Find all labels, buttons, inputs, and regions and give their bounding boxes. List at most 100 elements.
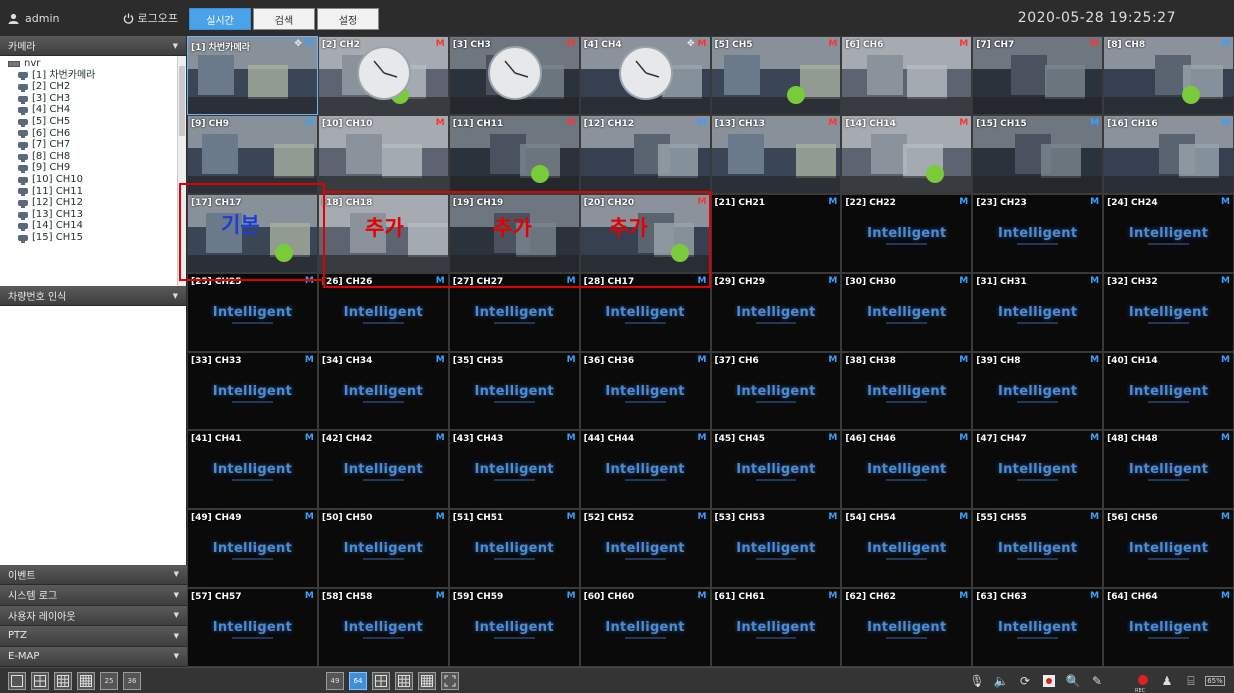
layout-36-button[interactable]: 36 xyxy=(123,672,141,690)
snapshot-icon[interactable]: ✎ xyxy=(1088,672,1106,690)
tree-channel-item[interactable]: [14] CH14 xyxy=(8,220,186,232)
camera-tile[interactable]: Intelligent [56] CH56 M xyxy=(1103,509,1234,589)
tab-live[interactable]: 실시간 xyxy=(189,8,251,30)
layout-25-button[interactable]: 25 xyxy=(100,672,118,690)
camera-tile[interactable]: Intelligent [60] CH60 M xyxy=(579,588,711,667)
record-icon[interactable] xyxy=(1040,672,1058,690)
camera-tile[interactable]: [21] CH21 M xyxy=(710,193,842,273)
camera-tile[interactable]: Intelligent [54] CH54 M xyxy=(841,509,973,589)
camera-tile[interactable]: Intelligent [37] CH6 M xyxy=(710,351,842,431)
camera-tile[interactable]: Intelligent [24] CH24 M xyxy=(1103,193,1234,273)
camera-tile[interactable]: Intelligent [62] CH62 M xyxy=(841,588,973,667)
camera-tile[interactable]: Intelligent [25] CH25 M xyxy=(187,272,318,352)
camera-tile[interactable]: Intelligent [30] CH30 M xyxy=(841,272,973,352)
camera-tile[interactable]: Intelligent [51] CH51 M xyxy=(448,509,580,589)
camera-tile[interactable]: Intelligent [42] CH42 M xyxy=(317,430,449,510)
camera-tile[interactable]: Intelligent [43] CH43 M xyxy=(448,430,580,510)
tree-channel-item[interactable]: [4] CH4 xyxy=(8,104,186,116)
camera-tile[interactable]: [1] 차번카메라 M ✥ xyxy=(187,36,318,115)
tree-channel-item[interactable]: [9] CH9 xyxy=(8,162,186,174)
camera-tile[interactable]: Intelligent [53] CH53 M xyxy=(710,509,842,589)
tree-channel-item[interactable]: [1] 차번카메라 xyxy=(8,70,186,82)
camera-tile[interactable]: Intelligent [38] CH38 M xyxy=(841,351,973,431)
camera-tile[interactable]: Intelligent [59] CH59 M xyxy=(448,588,580,667)
camera-tile[interactable]: Intelligent [29] CH29 M xyxy=(710,272,842,352)
tree-channel-item[interactable]: [13] CH13 xyxy=(8,209,186,221)
layout-49-button[interactable]: 49 xyxy=(326,672,344,690)
panel-header-1[interactable]: 이벤트 ▼ xyxy=(0,564,187,585)
camera-tile[interactable]: Intelligent [63] CH63 M xyxy=(972,588,1104,667)
layout-custom-2-button[interactable] xyxy=(395,672,413,690)
camera-tile[interactable]: Intelligent [35] CH35 M xyxy=(448,351,580,431)
tree-channel-item[interactable]: [7] CH7 xyxy=(8,139,186,151)
panel-header-2[interactable]: 시스템 로그 ▼ xyxy=(0,585,187,606)
tree-channel-item[interactable]: [15] CH15 xyxy=(8,232,186,244)
hdd-icon[interactable]: 65% xyxy=(1205,672,1225,690)
tree-channel-item[interactable]: [8] CH8 xyxy=(8,151,186,163)
camera-tile[interactable]: [13] CH13 M xyxy=(710,114,842,194)
tree-scrollbar[interactable] xyxy=(177,56,186,286)
camera-panel-header[interactable]: 카메라 ▼ xyxy=(0,36,186,56)
camera-tile[interactable]: Intelligent [33] CH33 M xyxy=(187,351,318,431)
tree-channel-item[interactable]: [12] CH12 xyxy=(8,197,186,209)
camera-tile[interactable]: Intelligent [50] CH50 M xyxy=(317,509,449,589)
rec-status-icon[interactable]: REC xyxy=(1134,672,1152,693)
camera-tile[interactable]: Intelligent [40] CH14 M xyxy=(1103,351,1234,431)
camera-tile[interactable]: [15] CH15 M xyxy=(972,114,1104,194)
camera-tile[interactable]: [9] CH9 M xyxy=(187,114,318,194)
layout-custom-1-button[interactable] xyxy=(372,672,390,690)
camera-tile[interactable]: Intelligent [22] CH22 M xyxy=(841,193,973,273)
camera-tile[interactable]: [14] CH14 M xyxy=(841,114,973,194)
camera-tile[interactable]: Intelligent [47] CH47 M xyxy=(972,430,1104,510)
microphone-icon[interactable]: 🎙 xyxy=(968,672,986,690)
camera-tile[interactable]: Intelligent [41] CH41 M xyxy=(187,430,318,510)
panel-header-4[interactable]: PTZ ▼ xyxy=(0,626,187,647)
tree-channel-item[interactable]: [6] CH6 xyxy=(8,128,186,140)
tree-root-nvr[interactable]: nvr xyxy=(8,58,186,70)
camera-tile[interactable]: [10] CH10 M xyxy=(317,114,449,194)
camera-tile[interactable]: Intelligent [23] CH23 M xyxy=(972,193,1104,273)
search-zoom-icon[interactable]: 🔍 xyxy=(1064,672,1082,690)
camera-tile[interactable]: Intelligent [58] CH58 M xyxy=(317,588,449,667)
camera-tile[interactable]: [11] CH11 M xyxy=(448,114,580,194)
tab-search[interactable]: 검색 xyxy=(253,8,315,30)
camera-tile[interactable]: Intelligent [26] CH26 M xyxy=(317,272,449,352)
camera-tile[interactable]: Intelligent [52] CH52 M xyxy=(579,509,711,589)
camera-tile[interactable]: Intelligent [44] CH44 M xyxy=(579,430,711,510)
camera-tile[interactable]: Intelligent [64] CH64 M xyxy=(1103,588,1234,667)
camera-tile[interactable]: [2] CH2 M xyxy=(317,36,449,115)
camera-tile[interactable]: Intelligent [55] CH55 M xyxy=(972,509,1104,589)
fullscreen-button[interactable] xyxy=(441,672,459,690)
camera-tile[interactable]: Intelligent [36] CH36 M xyxy=(579,351,711,431)
camera-tile[interactable]: Intelligent [61] CH61 M xyxy=(710,588,842,667)
camera-tile[interactable]: Intelligent [32] CH32 M xyxy=(1103,272,1234,352)
camera-tile[interactable]: Intelligent [57] CH57 M xyxy=(187,588,318,667)
camera-tile[interactable]: Intelligent [31] CH31 M xyxy=(972,272,1104,352)
camera-tile[interactable]: [4] CH4 M ✥ xyxy=(579,36,711,115)
layout-4-button[interactable] xyxy=(31,672,49,690)
camera-tile[interactable]: Intelligent [45] CH45 M xyxy=(710,430,842,510)
camera-tile[interactable]: [5] CH5 M xyxy=(710,36,842,115)
panel-header-5[interactable]: E-MAP ▼ xyxy=(0,646,187,667)
camera-tile[interactable]: Intelligent [48] CH48 M xyxy=(1103,430,1234,510)
layout-1-button[interactable] xyxy=(8,672,26,690)
layout-custom-3-button[interactable] xyxy=(418,672,436,690)
camera-tile[interactable]: Intelligent [28] CH17 M xyxy=(579,272,711,352)
camera-tile[interactable]: Intelligent [27] CH27 M xyxy=(448,272,580,352)
camera-tile[interactable]: Intelligent [49] CH49 M xyxy=(187,509,318,589)
layout-9-button[interactable] xyxy=(54,672,72,690)
camera-tile[interactable]: [3] CH3 M xyxy=(448,36,580,115)
tree-channel-item[interactable]: [3] CH3 xyxy=(8,93,186,105)
camera-tile[interactable]: [7] CH7 M xyxy=(972,36,1104,115)
tree-channel-item[interactable]: [5] CH5 xyxy=(8,116,186,128)
camera-tile[interactable]: Intelligent [46] CH46 M xyxy=(841,430,973,510)
camera-tile[interactable]: Intelligent [39] CH8 M xyxy=(972,351,1104,431)
tab-settings[interactable]: 설정 xyxy=(317,8,379,30)
speaker-icon[interactable]: 🔈 xyxy=(992,672,1010,690)
camera-tile[interactable]: [12] CH12 M xyxy=(579,114,711,194)
scrollbar-thumb[interactable] xyxy=(179,66,185,136)
camera-tile[interactable]: [8] CH8 M xyxy=(1103,36,1234,115)
layout-16-button[interactable] xyxy=(77,672,95,690)
plate-panel-header[interactable]: 차량번호 인식 ▼ xyxy=(0,286,186,306)
camera-tile[interactable]: Intelligent [34] CH34 M xyxy=(317,351,449,431)
